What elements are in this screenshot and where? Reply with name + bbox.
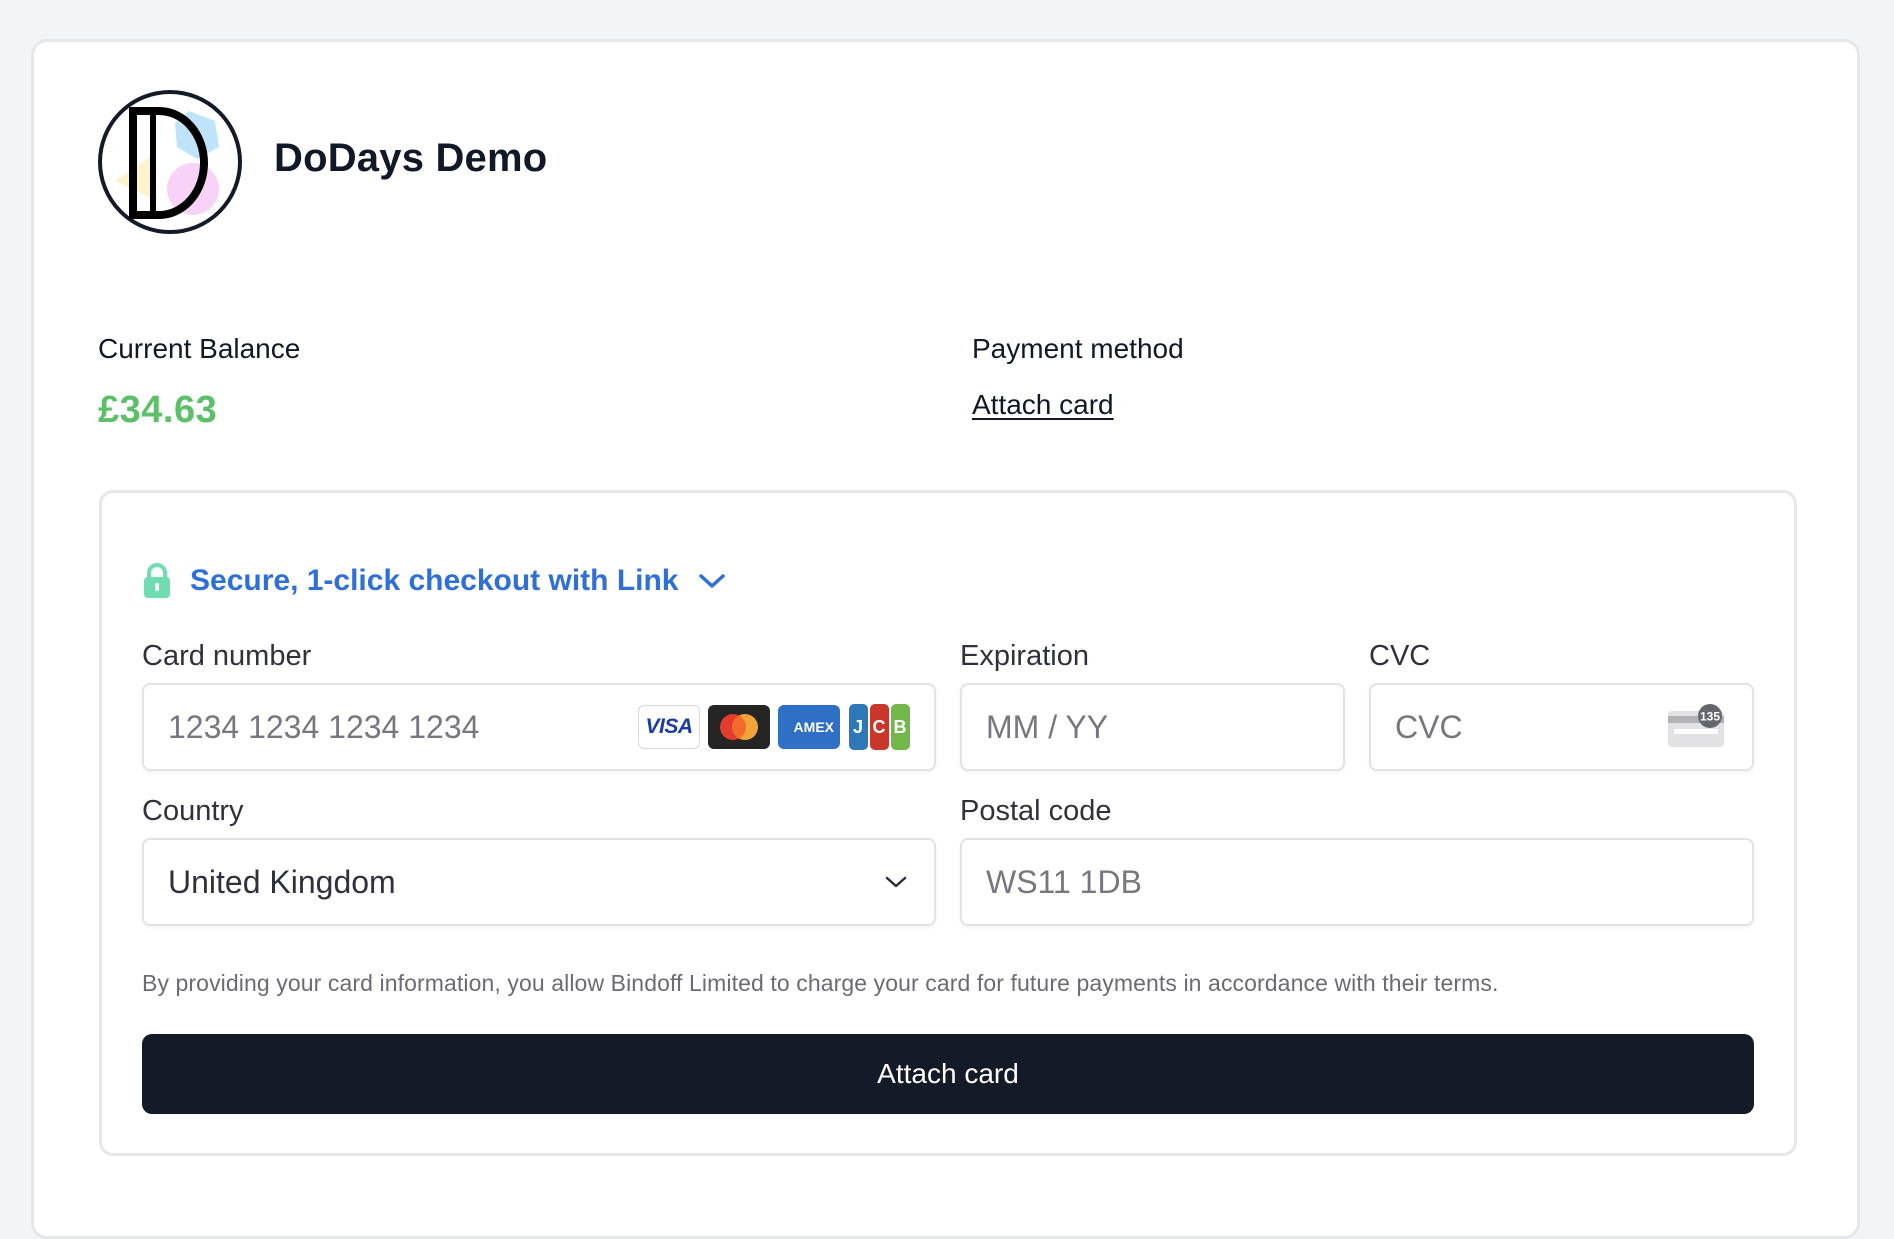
- expiration-placeholder: MM / YY: [986, 708, 1109, 745]
- attach-card-button[interactable]: Attach card: [142, 1034, 1754, 1114]
- current-balance-label: Current Balance: [98, 333, 301, 364]
- cvc-label: CVC: [1369, 640, 1431, 672]
- cvc-card-icon: 135: [1668, 704, 1724, 747]
- postal-code-placeholder: WS11 1DB: [986, 863, 1142, 900]
- card-number-input[interactable]: 1234 1234 1234 1234 VISA AMEX J C B: [142, 683, 936, 771]
- attach-card-link[interactable]: Attach card: [972, 389, 1114, 421]
- payment-method-label: Payment method: [972, 333, 1184, 364]
- card-number-placeholder: 1234 1234 1234 1234: [168, 708, 480, 745]
- card-number-label: Card number: [142, 640, 312, 672]
- link-checkout-text: Secure, 1-click checkout with Link: [190, 564, 679, 597]
- postal-code-label: Postal code: [960, 795, 1112, 827]
- postal-code-input[interactable]: WS11 1DB: [960, 838, 1754, 926]
- link-checkout-toggle[interactable]: Secure, 1-click checkout with Link: [142, 558, 727, 604]
- country-label: Country: [142, 795, 244, 827]
- jcb-icon: J C B: [848, 704, 910, 750]
- chevron-down-icon: [885, 876, 907, 888]
- mastercard-icon: [708, 705, 770, 749]
- card-brands: VISA AMEX J C B: [638, 704, 910, 750]
- mandate-disclaimer: By providing your card information, you …: [142, 970, 1499, 996]
- expiration-input[interactable]: MM / YY: [960, 683, 1345, 771]
- visa-icon: VISA: [638, 705, 700, 749]
- dodays-logo-icon: [98, 90, 242, 234]
- cvc-input[interactable]: CVC 135: [1369, 683, 1754, 771]
- country-selected-value: United Kingdom: [168, 863, 396, 900]
- svg-text:135: 135: [1700, 710, 1720, 724]
- lock-icon: [144, 563, 170, 598]
- expiration-label: Expiration: [960, 640, 1089, 672]
- merchant-name: DoDays Demo: [274, 136, 548, 180]
- amex-icon: AMEX: [778, 705, 840, 749]
- cvc-placeholder: CVC: [1395, 708, 1463, 745]
- current-balance-value: £34.63: [98, 389, 218, 431]
- country-select[interactable]: United Kingdom: [142, 838, 936, 926]
- chevron-down-icon: [698, 574, 725, 588]
